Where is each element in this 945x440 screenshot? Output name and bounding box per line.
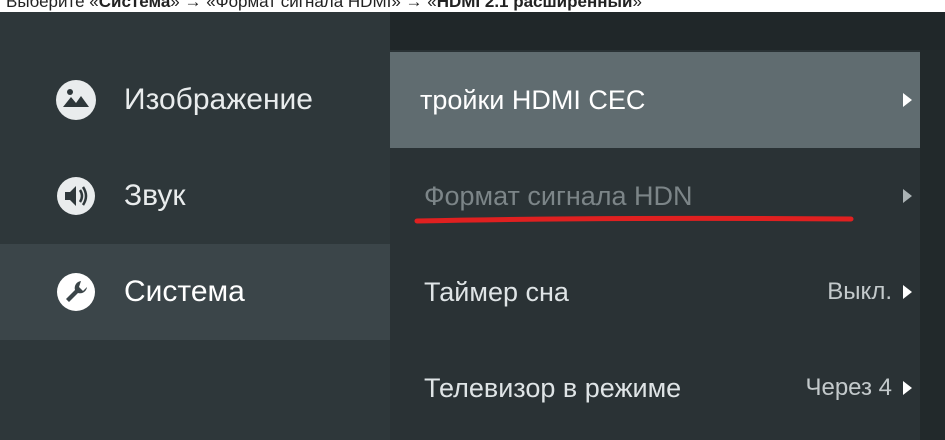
menu-row-label: Телевизор в режиме: [424, 372, 682, 403]
instruction-caption: Выберите «Система» → «Формат сигнала HDM…: [6, 0, 941, 12]
chevron-right-icon: [903, 93, 912, 107]
menu-row-value: Выкл.: [827, 278, 892, 305]
menu-header-strip: [390, 12, 945, 50]
picture-icon: [52, 76, 100, 124]
system-settings-menu: тройки HDMI CEC Формат сигнала HDN Тайме…: [390, 12, 945, 440]
caption-suffix: »: [632, 0, 642, 11]
menu-row-label: Формат сигнала HDN: [424, 180, 693, 211]
menu-row-tv-standby[interactable]: Телевизор в режиме Через 4: [390, 340, 920, 436]
caption-separator: » → «: [170, 0, 216, 11]
category-system[interactable]: Система: [0, 244, 390, 340]
category-label: Изображение: [124, 83, 313, 116]
speaker-icon: [52, 172, 100, 220]
tv-settings-screen: Изображение Звук Система тройки HDMI CEC…: [0, 12, 945, 440]
category-label: Звук: [124, 179, 186, 212]
menu-row-label: Таймер сна: [424, 276, 569, 307]
chevron-right-icon: [903, 285, 912, 299]
caption-step-extended: HDMI 2.1 расширенный: [436, 0, 633, 11]
chevron-right-icon: [903, 381, 912, 395]
menu-row-value: Через 4: [805, 374, 892, 401]
settings-category-menu: Изображение Звук Система: [0, 12, 390, 440]
category-label: Система: [124, 275, 245, 308]
red-highlight-underline: [414, 215, 854, 224]
caption-step-system: Система: [98, 0, 171, 11]
right-edge-strip: [920, 50, 945, 440]
menu-row-hdmi-signal-format[interactable]: Формат сигнала HDN: [390, 148, 920, 244]
caption-prefix: Выберите «: [6, 0, 99, 11]
menu-row-sleep-timer[interactable]: Таймер сна Выкл.: [390, 244, 920, 340]
caption-step-format: Формат сигнала HDMI: [215, 0, 392, 11]
category-picture[interactable]: Изображение: [0, 52, 390, 148]
chevron-right-icon: [903, 189, 912, 203]
caption-separator: » → «: [391, 0, 437, 11]
category-sound[interactable]: Звук: [0, 148, 390, 244]
menu-row-label: тройки HDMI CEC: [420, 84, 646, 115]
wrench-icon: [52, 268, 100, 316]
menu-row-hdmi-cec[interactable]: тройки HDMI CEC: [390, 52, 920, 148]
